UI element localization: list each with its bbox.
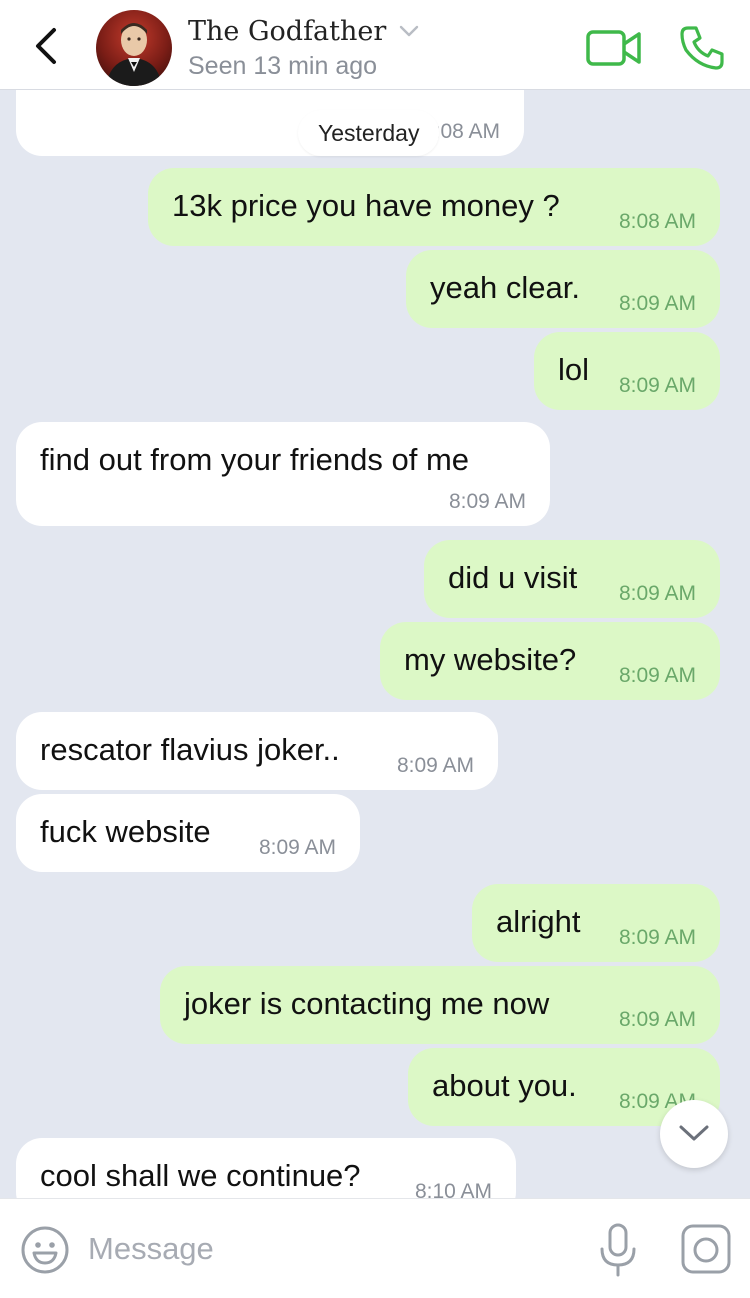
message-list[interactable]: 8:08 AM Yesterday 13k price you have mon… [0,90,750,1198]
video-camera-icon [586,30,641,66]
contact-avatar[interactable] [96,10,172,86]
message-bubble-outgoing[interactable]: alright 8:09 AM [472,884,720,962]
message-bubble-outgoing[interactable]: joker is contacting me now 8:09 AM [160,966,720,1044]
message-composer [0,1198,750,1298]
message-bubble-incoming[interactable]: find out from your friends of me 8:09 AM [16,422,550,526]
voice-call-button[interactable] [678,24,726,72]
message-bubble-incoming[interactable]: fuck website 8:09 AM [16,794,360,872]
camera-icon [681,1224,731,1274]
message-time: 8:09 AM [448,490,526,513]
message-text: find out from your friends of me [40,442,470,477]
message-text: about you. [432,1068,577,1103]
message-bubble-outgoing[interactable]: yeah clear. 8:09 AM [406,250,720,328]
message-time: 8:08 AM [618,210,696,233]
message-text: rescator flavius joker.. [40,732,340,767]
back-button[interactable] [26,22,66,70]
message-time: 8:10 AM [414,1180,492,1198]
message-bubble-incoming[interactable]: rescator flavius joker.. 8:09 AM [16,712,498,790]
phone-icon [680,26,724,70]
message-input[interactable] [88,1227,568,1271]
message-time: 8:09 AM [618,1008,696,1031]
message-bubble-outgoing[interactable]: did u visit 8:09 AM [424,540,720,618]
microphone-icon [600,1223,636,1277]
video-call-button[interactable] [586,28,642,68]
message-text: alright [496,904,581,939]
message-time: 8:09 AM [258,836,336,859]
message-bubble-outgoing[interactable]: lol 8:09 AM [534,332,720,410]
message-time: 8:09 AM [618,664,696,687]
chevron-down-icon[interactable] [398,24,420,38]
chat-header: The Godfather Seen 13 min ago [0,0,750,90]
message-time: 8:09 AM [618,926,696,949]
message-text: yeah clear. [430,270,580,305]
last-seen-status: Seen 13 min ago [188,52,378,80]
message-bubble-outgoing[interactable]: 13k price you have money ? 8:08 AM [148,168,720,246]
message-time: 8:09 AM [618,292,696,315]
chevron-down-icon [679,1125,709,1141]
date-separator: Yesterday [298,110,440,156]
back-chevron-icon [36,28,56,64]
voice-message-button[interactable] [598,1221,638,1279]
message-text: lol [558,352,590,387]
message-time: 8:09 AM [618,582,696,605]
emoji-icon [21,1226,69,1274]
message-text: did u visit [448,560,578,595]
contact-name[interactable]: The Godfather [188,16,386,47]
emoji-button[interactable] [20,1225,70,1275]
message-time: 8:09 AM [618,374,696,397]
camera-button[interactable] [680,1223,732,1275]
message-bubble-outgoing[interactable]: my website? 8:09 AM [380,622,720,700]
message-time: 8:09 AM [396,754,474,777]
message-bubble-incoming[interactable]: 8:08 AM [16,90,524,156]
message-text: 13k price you have money ? [172,188,560,223]
message-bubble-incoming[interactable]: cool shall we continue? 8:10 AM [16,1138,516,1198]
message-text: joker is contacting me now [184,986,550,1021]
message-text: my website? [404,642,577,677]
message-text: fuck website [40,814,211,849]
scroll-to-bottom-button[interactable] [660,1100,728,1168]
message-text: cool shall we continue? [40,1158,361,1193]
